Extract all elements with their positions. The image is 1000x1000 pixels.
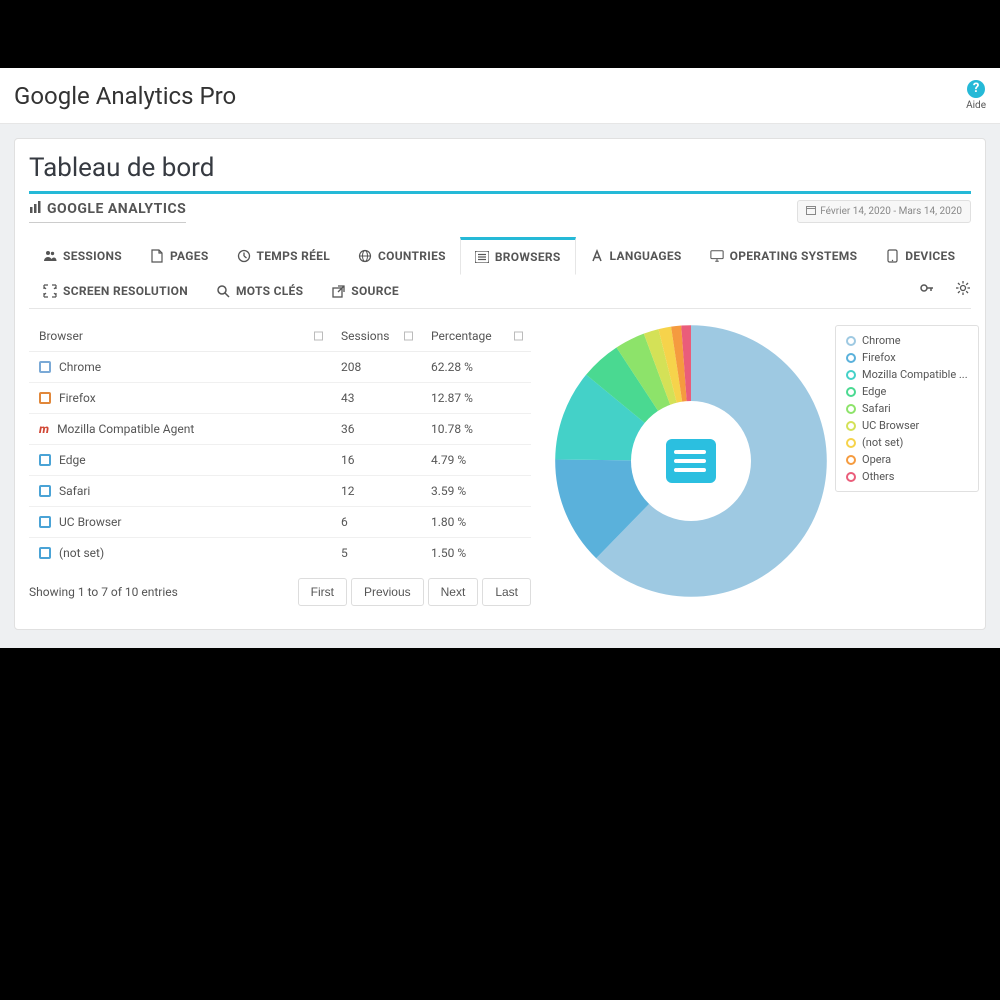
browsers-table: Browser Sessions Percentage Chrome20862.… xyxy=(29,321,531,568)
donut-chart xyxy=(551,321,831,601)
legend-swatch xyxy=(846,472,856,482)
pager-next[interactable]: Next xyxy=(428,578,479,606)
legend-item[interactable]: Opera xyxy=(846,451,968,468)
table-row[interactable]: Safari123.59 % xyxy=(29,476,531,507)
pager-previous[interactable]: Previous xyxy=(351,578,424,606)
col-browser[interactable]: Browser xyxy=(29,321,331,352)
browser-icon xyxy=(39,516,51,528)
browser-icon xyxy=(39,454,51,466)
sort-icon xyxy=(404,332,413,341)
tab-pages[interactable]: PAGES xyxy=(136,237,223,274)
section-heading: GOOGLE ANALYTICS xyxy=(29,200,186,223)
legend-item[interactable]: Edge xyxy=(846,383,968,400)
legend-swatch xyxy=(846,404,856,414)
table-row[interactable]: mMozilla Compatible Agent3610.78 % xyxy=(29,414,531,445)
legend-item[interactable]: Safari xyxy=(846,400,968,417)
legend-item[interactable]: Firefox xyxy=(846,349,968,366)
legend-swatch xyxy=(846,353,856,363)
tab-countries[interactable]: COUNTRIES xyxy=(344,237,460,274)
legend-swatch xyxy=(846,370,856,380)
legend-swatch xyxy=(846,455,856,465)
legend-swatch xyxy=(846,387,856,397)
users-icon xyxy=(43,249,57,263)
browser-icon xyxy=(39,485,51,497)
help-icon: ? xyxy=(967,80,985,98)
table-info: Showing 1 to 7 of 10 entries xyxy=(29,585,178,599)
browser-icon xyxy=(39,392,51,404)
pager-first[interactable]: First xyxy=(298,578,347,606)
list-icon xyxy=(666,439,716,483)
legend-item[interactable]: UC Browser xyxy=(846,417,968,434)
pagination: First Previous Next Last xyxy=(298,578,531,606)
page-icon xyxy=(150,249,164,263)
chart-legend: ChromeFirefoxMozilla Compatible ...EdgeS… xyxy=(835,325,979,492)
tab-operating-systems[interactable]: OPERATING SYSTEMS xyxy=(696,237,872,274)
sort-icon xyxy=(314,332,323,341)
dashboard-title: Tableau de bord xyxy=(29,153,971,183)
legend-item[interactable]: Others xyxy=(846,468,968,485)
tablet-icon xyxy=(885,249,899,263)
gear-icon[interactable] xyxy=(955,280,971,300)
legend-item[interactable]: Mozilla Compatible ... xyxy=(846,366,968,383)
sort-icon xyxy=(514,332,523,341)
legend-item[interactable]: Chrome xyxy=(846,332,968,349)
legend-swatch xyxy=(846,438,856,448)
bar-chart-icon xyxy=(29,200,43,218)
legend-item[interactable]: (not set) xyxy=(846,434,968,451)
desktop-icon xyxy=(710,249,724,263)
tab-temps-réel[interactable]: TEMPS RÉEL xyxy=(223,237,344,274)
table-row[interactable]: Firefox4312.87 % xyxy=(29,383,531,414)
tab-mots-clés[interactable]: MOTS CLÉS xyxy=(202,274,317,308)
date-range-picker[interactable]: Février 14, 2020 - Mars 14, 2020 xyxy=(797,200,971,223)
key-icon[interactable] xyxy=(919,280,935,300)
expand-icon xyxy=(43,284,57,298)
tab-source[interactable]: SOURCE xyxy=(317,274,413,308)
tab-browsers[interactable]: BROWSERS xyxy=(460,237,576,275)
pager-last[interactable]: Last xyxy=(482,578,531,606)
legend-swatch xyxy=(846,421,856,431)
tab-languages[interactable]: LANGUAGES xyxy=(576,237,696,274)
browser-icon xyxy=(39,361,51,373)
table-row[interactable]: Edge164.79 % xyxy=(29,445,531,476)
globe-icon xyxy=(358,249,372,263)
col-sessions[interactable]: Sessions xyxy=(331,321,421,352)
calendar-icon xyxy=(806,205,816,218)
external-icon xyxy=(331,284,345,298)
clock-icon xyxy=(237,249,251,263)
search-icon xyxy=(216,284,230,298)
table-row[interactable]: UC Browser61.80 % xyxy=(29,507,531,538)
help-button[interactable]: ? Aide xyxy=(966,80,986,111)
font-icon xyxy=(590,249,604,263)
table-row[interactable]: (not set)51.50 % xyxy=(29,538,531,569)
table-row[interactable]: Chrome20862.28 % xyxy=(29,352,531,383)
page-title: Google Analytics Pro xyxy=(14,82,236,110)
legend-swatch xyxy=(846,336,856,346)
col-percentage[interactable]: Percentage xyxy=(421,321,531,352)
tab-screen-resolution[interactable]: SCREEN RESOLUTION xyxy=(29,274,202,308)
tab-sessions[interactable]: SESSIONS xyxy=(29,237,136,274)
browser-icon: m xyxy=(39,422,49,436)
list-icon xyxy=(475,250,489,264)
tab-devices[interactable]: DEVICES xyxy=(871,237,969,274)
browser-icon xyxy=(39,547,51,559)
